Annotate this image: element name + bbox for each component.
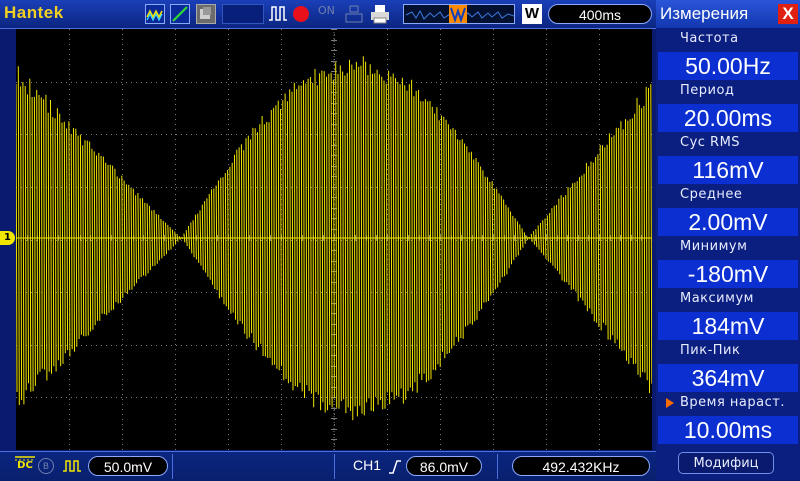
timebase-readout[interactable]: 400ms [548, 4, 652, 24]
measurements-panel: Измерения X Частота 50.00Hz Период 20.00… [656, 0, 800, 480]
coupling-indicator[interactable]: DC [14, 455, 36, 471]
measurements-header: Измерения X [656, 0, 800, 28]
coupling-dc-label: DC [17, 460, 33, 471]
modify-button[interactable]: Модифиц [678, 452, 774, 474]
measure-value-cyc-rms[interactable]: 116mV [658, 156, 798, 184]
volts-per-div-readout[interactable]: 50.0mV [88, 456, 168, 476]
storage-icon[interactable] [344, 4, 364, 24]
measure-value-period[interactable]: 20.00ms [658, 104, 798, 132]
measure-label-rise-time[interactable]: Время нараст. [656, 392, 800, 414]
measure-value-maximum[interactable]: 184mV [658, 312, 798, 340]
trigger-position-marker[interactable] [449, 5, 467, 23]
measure-value-frequency[interactable]: 50.00Hz [658, 52, 798, 80]
usb-icon: ON [318, 4, 335, 17]
measure-label-peak-peak: Пик-Пик [680, 343, 741, 358]
frequency-counter-readout: 492.432KHz [512, 456, 650, 476]
waveform-canvas [16, 29, 652, 450]
rising-edge-icon[interactable] [388, 458, 402, 480]
status-bar: DC B 50.0mV CH1 86.0mV 492.432KHz [0, 451, 656, 481]
waveform-mode-icon[interactable] [145, 4, 165, 24]
ch1-level-marker[interactable]: 1 [0, 231, 15, 245]
trigger-level-readout[interactable]: 86.0mV [406, 456, 482, 476]
trigger-source-label[interactable]: CH1 [353, 457, 381, 473]
measure-value-peak-peak[interactable]: 364mV [658, 364, 798, 392]
print-icon[interactable] [370, 4, 390, 24]
measure-value-mean[interactable]: 2.00mV [658, 208, 798, 236]
status-divider [497, 454, 498, 479]
trigger-pulse-icon[interactable] [268, 4, 288, 24]
record-icon[interactable] [293, 6, 309, 22]
measure-label-period: Период [680, 83, 735, 98]
measure-label-cyc-rms: Cyc RMS [680, 135, 741, 150]
measure-value-rise-time[interactable]: 10.00ms [658, 416, 798, 444]
selected-arrow-icon [666, 398, 674, 408]
window-mode-badge[interactable]: W [522, 4, 542, 24]
measure-label-minimum: Минимум [680, 239, 748, 254]
display-line-icon[interactable] [170, 4, 190, 24]
measure-value-minimum[interactable]: -180mV [658, 260, 798, 288]
invert-waveform-icon[interactable] [62, 458, 82, 478]
close-icon[interactable]: X [778, 4, 798, 24]
measure-label-maximum: Максимум [680, 291, 754, 306]
acquisition-status-box [222, 4, 264, 24]
status-divider [172, 454, 173, 479]
waveform-display[interactable] [16, 29, 652, 450]
status-divider [334, 454, 335, 479]
measure-label-mean: Среднее [680, 187, 743, 202]
memory-depth-bar[interactable] [403, 4, 515, 24]
brand-logo: Hantek [4, 3, 64, 22]
measure-label-rise-time-text: Время нараст. [680, 395, 785, 410]
persistence-icon[interactable] [196, 4, 216, 24]
bandwidth-limit-icon[interactable]: B [38, 458, 54, 474]
top-toolbar: Hantek ON W 400ms [0, 0, 656, 29]
measure-label-frequency: Частота [680, 31, 739, 46]
panel-title: Измерения [660, 4, 749, 23]
